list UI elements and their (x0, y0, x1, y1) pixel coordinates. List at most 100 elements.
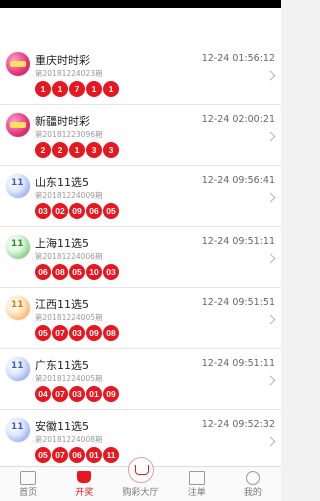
lottery-row[interactable]: 上海11选5 12-24 09:51:11 第20181224006期 06 0… (0, 227, 281, 288)
11x5-logo-icon (6, 296, 30, 320)
ssc-logo-icon (6, 52, 30, 76)
result-balls: 05 07 03 09 08 (35, 325, 119, 341)
result-balls: 1 1 7 1 1 (35, 81, 119, 97)
draw-time: 12-24 09:51:11 (201, 358, 275, 369)
cart-icon (127, 457, 154, 483)
draw-time: 12-24 02:00:21 (201, 114, 275, 125)
status-bar-strip (0, 0, 281, 8)
lottery-name: 广东11选5 (35, 359, 89, 372)
home-icon (20, 471, 37, 485)
user-icon (245, 471, 260, 485)
lottery-name: 重庆时时彩 (35, 54, 90, 67)
note-icon (188, 471, 205, 485)
chevron-right-icon (265, 375, 276, 386)
11x5-logo-icon (6, 357, 30, 381)
draw-period: 第20181224006期 (35, 252, 103, 261)
result-ball: 1 (103, 81, 119, 97)
lottery-name: 安徽11选5 (35, 420, 89, 433)
result-ball: 03 (35, 203, 51, 219)
tab-label: 我的 (243, 488, 262, 498)
result-ball: 06 (86, 203, 102, 219)
result-ball: 06 (35, 264, 51, 280)
result-ball: 05 (35, 447, 51, 463)
result-balls: 06 08 05 10 03 (35, 264, 119, 280)
result-balls: 2 2 1 3 3 (35, 142, 119, 158)
result-ball: 07 (52, 325, 68, 341)
draw-period: 第20181223096期 (35, 130, 103, 139)
result-ball: 07 (52, 386, 68, 402)
result-ball: 02 (52, 203, 68, 219)
tab-home[interactable]: 首页 (0, 467, 56, 501)
result-ball: 05 (35, 325, 51, 341)
result-ball: 03 (69, 386, 85, 402)
result-balls: 03 02 09 06 05 (35, 203, 119, 219)
result-ball: 1 (35, 81, 51, 97)
result-ball: 2 (52, 142, 68, 158)
result-ball: 01 (86, 386, 102, 402)
result-ball: 3 (86, 142, 102, 158)
result-ball: 04 (35, 386, 51, 402)
tab-label: 购彩大厅 (122, 488, 159, 498)
result-ball: 09 (103, 386, 119, 402)
11x5-logo-icon (6, 235, 30, 259)
tab-mine[interactable]: 我的 (225, 467, 281, 501)
tab-bet-records[interactable]: 注单 (169, 467, 225, 501)
draw-period: 第20181224008期 (35, 435, 103, 444)
lottery-name: 新疆时时彩 (35, 115, 90, 128)
result-ball: 08 (52, 264, 68, 280)
chevron-right-icon (265, 314, 276, 325)
result-ball: 03 (69, 325, 85, 341)
lottery-open-icon (77, 471, 92, 483)
11x5-logo-icon (6, 418, 30, 442)
draw-period: 第20181224023期 (35, 69, 103, 78)
result-ball: 05 (69, 264, 85, 280)
tab-label: 开奖 (75, 488, 94, 498)
result-ball: 09 (86, 325, 102, 341)
lottery-name: 上海11选5 (35, 237, 89, 250)
draw-time: 12-24 09:51:11 (201, 236, 275, 247)
result-balls: 04 07 03 01 09 (35, 386, 119, 402)
result-ball: 05 (103, 203, 119, 219)
tab-label: 首页 (19, 488, 38, 498)
result-ball: 01 (86, 447, 102, 463)
result-ball: 1 (52, 81, 68, 97)
result-ball: 1 (86, 81, 102, 97)
11x5-logo-icon (6, 174, 30, 198)
result-ball: 7 (69, 81, 85, 97)
result-ball: 06 (69, 447, 85, 463)
result-ball: 07 (52, 447, 68, 463)
chevron-right-icon (265, 131, 276, 142)
result-ball: 1 (69, 142, 85, 158)
result-balls: 05 07 06 01 11 (35, 447, 119, 463)
bottom-tab-bar: 首页 开奖 购彩大厅 注单 我的 (0, 457, 281, 501)
chevron-right-icon (265, 70, 276, 81)
lottery-row[interactable]: 广东11选5 12-24 09:51:11 第20181224005期 04 0… (0, 349, 281, 410)
lottery-row[interactable]: 山东11选5 12-24 09:56:41 第20181224009期 03 0… (0, 166, 281, 227)
lottery-name: 山东11选5 (35, 176, 89, 189)
draw-period: 第20181224005期 (35, 374, 103, 383)
ssc-logo-icon (6, 113, 30, 137)
status-bar (0, 0, 281, 44)
result-ball: 03 (103, 264, 119, 280)
draw-time: 12-24 09:52:32 (201, 419, 275, 430)
draw-time: 12-24 09:51:51 (201, 297, 275, 308)
chevron-right-icon (265, 436, 276, 447)
tab-buy-lottery-hall[interactable]: 购彩大厅 (112, 457, 168, 501)
tab-lottery-results[interactable]: 开奖 (56, 467, 112, 501)
draw-time: 12-24 01:56:12 (201, 53, 275, 64)
draw-period: 第20181224005期 (35, 313, 103, 322)
chevron-right-icon (265, 192, 276, 203)
result-ball: 11 (103, 447, 119, 463)
chevron-right-icon (265, 253, 276, 264)
lottery-results-list[interactable]: 重庆时时彩 12-24 01:56:12 第20181224023期 1 1 7… (0, 44, 281, 466)
result-ball: 09 (69, 203, 85, 219)
lottery-row[interactable]: 新疆时时彩 12-24 02:00:21 第20181223096期 2 2 1… (0, 105, 281, 166)
draw-period: 第20181224009期 (35, 191, 103, 200)
lottery-name: 江西11选5 (35, 298, 89, 311)
result-ball: 08 (103, 325, 119, 341)
tab-label: 注单 (187, 488, 206, 498)
draw-time: 12-24 09:56:41 (201, 175, 275, 186)
result-ball: 2 (35, 142, 51, 158)
lottery-row[interactable]: 江西11选5 12-24 09:51:51 第20181224005期 05 0… (0, 288, 281, 349)
lottery-row[interactable]: 重庆时时彩 12-24 01:56:12 第20181224023期 1 1 7… (0, 44, 281, 105)
